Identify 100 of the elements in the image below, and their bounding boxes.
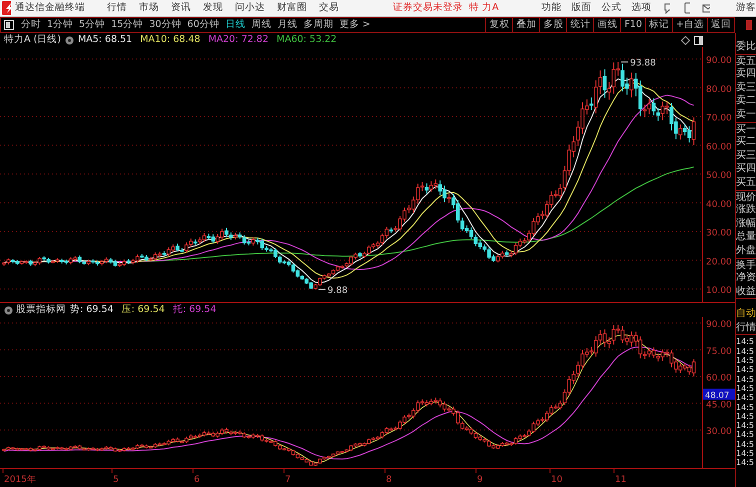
period-tab[interactable]: 30分钟 xyxy=(146,18,184,32)
chart-tool-button[interactable]: 画线 xyxy=(593,18,620,32)
quote-label: 净资 xyxy=(736,272,756,284)
quote-label: 收益 xyxy=(736,286,756,297)
user-name[interactable]: 游客 xyxy=(736,0,756,16)
quote-label: 卖四 xyxy=(736,68,756,80)
current-value-tag: 48.07 xyxy=(703,388,735,401)
chart-tool-button[interactable]: 返回 xyxy=(707,18,734,32)
quote-label: 换手 xyxy=(736,260,756,270)
axis-label: 60.00 xyxy=(706,142,732,152)
price-label: 93.88 xyxy=(630,58,656,68)
trade-time: 14:5 xyxy=(736,449,754,458)
indicator-value: 托: 69.54 xyxy=(172,303,216,317)
ma-value: MA5: 68.51 xyxy=(78,33,132,47)
quote-label: 卖五 xyxy=(736,56,756,67)
period-tab[interactable]: 周线 xyxy=(248,18,274,32)
period-tab[interactable]: 60分钟 xyxy=(184,18,222,32)
trade-time: 14:5 xyxy=(736,393,754,402)
menu-item[interactable]: 发现 xyxy=(197,0,230,16)
date-label: 11 xyxy=(615,475,626,485)
trade-time: 14:5 xyxy=(736,458,754,468)
chart-tool-button[interactable]: 标记 xyxy=(645,18,672,32)
quote-label: 卖一 xyxy=(736,108,756,120)
axis-label: 20.00 xyxy=(706,257,732,268)
period-tab[interactable]: 15分钟 xyxy=(108,18,146,32)
quote-label: 外盘 xyxy=(736,244,756,256)
quote-label: 涨跌 xyxy=(736,204,756,216)
date-label: 10 xyxy=(551,475,562,485)
chart-tool-button[interactable]: 多股 xyxy=(539,18,566,32)
axis-label: 60.00 xyxy=(706,374,732,384)
quote-label: 委比 xyxy=(736,41,756,52)
price-label: 9.88 xyxy=(328,286,348,296)
menu-item[interactable]: 财富圈 xyxy=(271,0,314,16)
quote-label: 买五 xyxy=(736,176,756,188)
axis-label: 45.00 xyxy=(706,400,732,410)
chart-tool-button[interactable]: +自选 xyxy=(672,18,707,32)
tool-menu-item[interactable]: 功能 xyxy=(536,0,567,16)
chart-tool-button[interactable]: 复权 xyxy=(485,18,512,32)
quote-label: 卖三 xyxy=(736,82,756,93)
chart-tool-button[interactable]: 叠加 xyxy=(512,18,540,32)
axis-label: 70.00 xyxy=(706,114,732,124)
period-tab[interactable]: 1分钟 xyxy=(44,18,76,32)
tool-menu-item[interactable]: 公式 xyxy=(596,0,627,16)
chart-title: 特力A (日线) xyxy=(4,33,61,47)
axis-label: 50.00 xyxy=(706,171,732,181)
axis-label: 30.00 xyxy=(706,427,732,437)
period-tab[interactable]: 5分钟 xyxy=(76,18,108,32)
trade-time: 14:5 xyxy=(736,337,754,346)
menu-item[interactable]: 行情 xyxy=(101,0,134,16)
trade-time: 14:5 xyxy=(736,356,754,366)
axis-label: 75.00 xyxy=(706,346,732,357)
menu-item[interactable]: 交易 xyxy=(313,0,346,16)
quote-label: 买四 xyxy=(736,163,756,174)
ma-value: MA60: 53.22 xyxy=(276,33,337,47)
date-label: 2015年 xyxy=(4,475,36,485)
quote-label: 买三 xyxy=(736,150,756,161)
app-title: 通达信金融终端 xyxy=(15,1,86,15)
section-label: 行情 xyxy=(736,322,756,333)
ma-value: MA10: 68.48 xyxy=(140,33,200,47)
chart-tool-button[interactable]: 统计 xyxy=(566,18,594,32)
axis-label: 10.00 xyxy=(706,286,732,296)
date-label: 8 xyxy=(386,475,392,485)
trade-time: 14:5 xyxy=(736,384,754,393)
login-status: 证券交易未登录 xyxy=(393,1,464,15)
trade-time: 14:5 xyxy=(736,402,754,412)
date-label: 7 xyxy=(285,475,291,485)
trade-time: 14:5 xyxy=(736,440,754,449)
period-tab[interactable]: 日线 xyxy=(222,18,248,32)
ma-value: MA20: 72.82 xyxy=(208,33,269,47)
trade-time: 14:5 xyxy=(736,374,754,384)
menu-item[interactable]: 问小达 xyxy=(229,0,272,16)
menu-item[interactable]: 市场 xyxy=(133,0,166,16)
indicator-value: 压: 69.54 xyxy=(121,303,165,317)
period-tab[interactable]: 更多 > xyxy=(336,18,374,32)
quote-label: 买一 xyxy=(736,124,756,135)
period-tab[interactable]: 分时 xyxy=(18,18,44,32)
indicator-name: 股票指标网 xyxy=(16,303,66,317)
trade-time: 14:5 xyxy=(736,430,754,440)
axis-label: 80.00 xyxy=(706,84,732,95)
tool-menu-item[interactable]: 版面 xyxy=(566,0,597,16)
trade-time: 14:5 xyxy=(736,346,754,356)
quote-label: 买二 xyxy=(736,136,756,148)
trade-time: 14:5 xyxy=(736,365,754,374)
quote-label: 现价 xyxy=(736,192,756,203)
period-tab[interactable]: 月线 xyxy=(274,18,300,32)
period-tab[interactable]: 多周期 xyxy=(300,18,336,32)
axis-label: 40.00 xyxy=(706,200,732,210)
quote-label: 卖二 xyxy=(736,95,756,106)
stock-name: 特 力A xyxy=(469,1,499,15)
mode-label: 自动 xyxy=(736,308,756,320)
axis-label: 30.00 xyxy=(706,228,732,238)
trade-time: 14:5 xyxy=(736,421,754,430)
menu-item[interactable]: 资讯 xyxy=(165,0,198,16)
chart-tool-button[interactable]: F10 xyxy=(620,18,646,32)
trade-time: 14:5 xyxy=(736,412,754,421)
tool-menu-item[interactable]: 选项 xyxy=(626,0,657,16)
date-label: 5 xyxy=(113,475,119,485)
quote-label: 总量 xyxy=(736,231,756,242)
date-label: 9 xyxy=(477,475,483,485)
axis-label: 90.00 xyxy=(706,56,732,66)
